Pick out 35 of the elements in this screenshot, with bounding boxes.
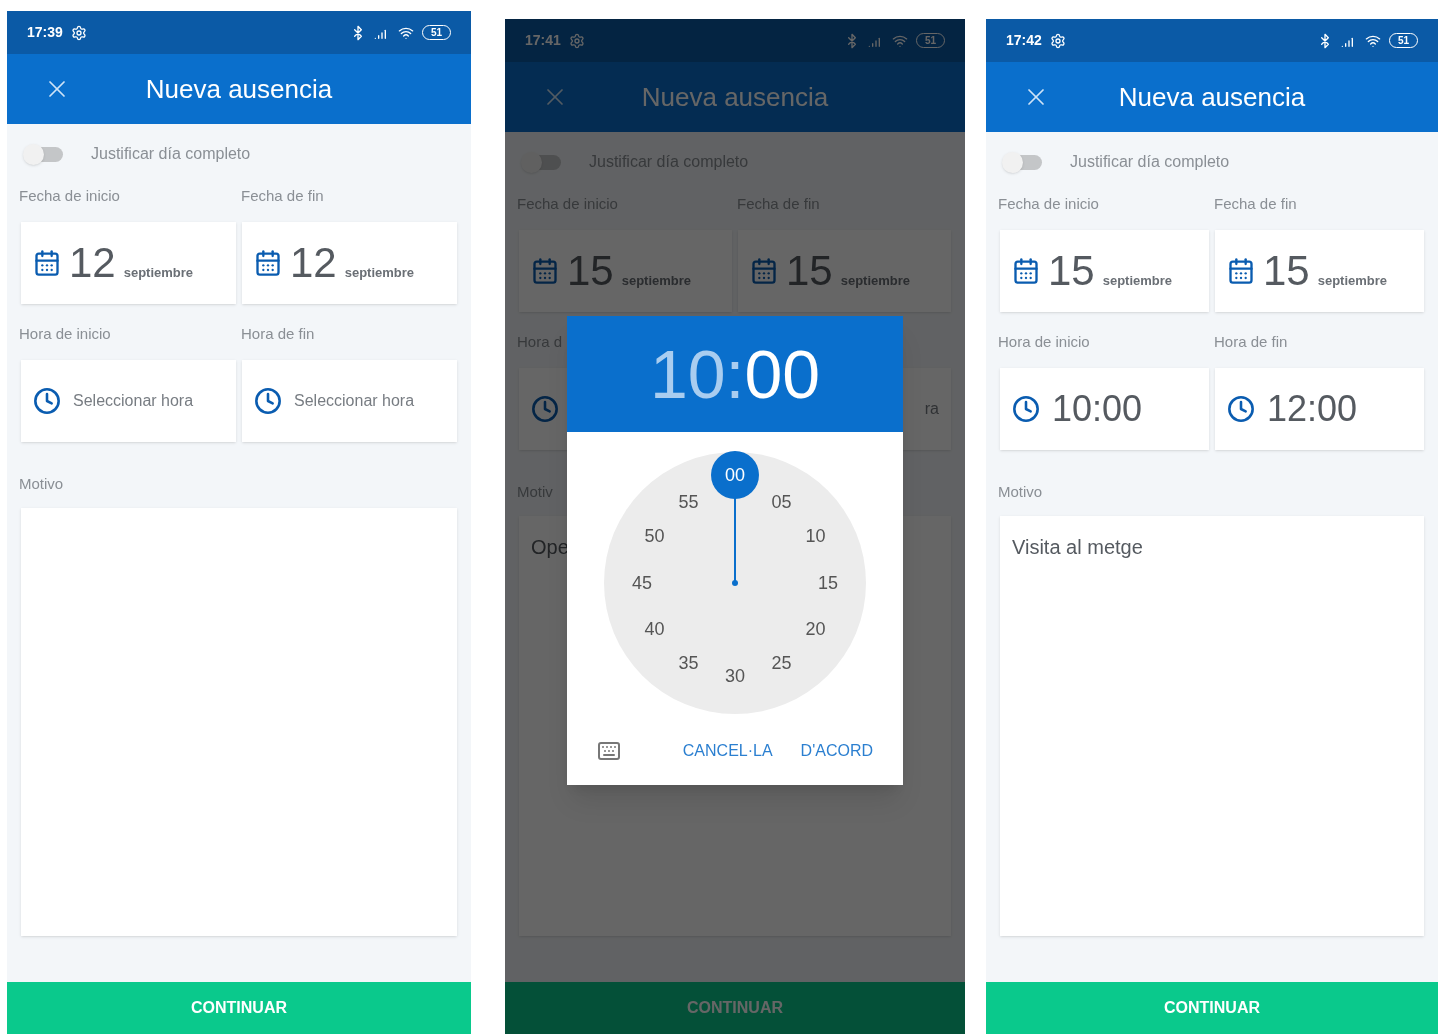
toggle-label: Justificar día completo [1070, 152, 1230, 172]
day-number: 15 [1263, 250, 1310, 292]
field-label: Fecha de fin [241, 187, 324, 204]
day-number: 15 [786, 250, 833, 292]
field-label: Hora de fin [241, 325, 315, 342]
field-label: Hora de inicio [998, 333, 1090, 350]
month-name: septiembre [840, 272, 911, 290]
day-number: 15 [567, 250, 614, 292]
toggle-label: Justificar día completo [91, 144, 251, 164]
status-time: 17:39 [27, 23, 63, 42]
field-label: Hora de fin [1214, 333, 1288, 350]
field-label: Motivo [19, 475, 64, 492]
field-label: Fecha de inicio [19, 187, 120, 204]
status-time: 17:41 [525, 31, 561, 50]
time-prompt: Seleccionar hora [294, 391, 415, 411]
field-label: Motivo [998, 483, 1043, 500]
time-prompt: Seleccionar hora [73, 391, 194, 411]
month-name: septiembre [1102, 272, 1173, 290]
time-value: 12:00 [1267, 387, 1358, 431]
time-value: 10:00 [1052, 387, 1143, 431]
day-number: 12 [290, 242, 337, 284]
status-time: 17:42 [1006, 31, 1042, 50]
month-name: septiembre [123, 264, 194, 282]
field-label: Hora de inicio [19, 325, 111, 342]
field-label: Fecha de fin [1214, 195, 1297, 212]
time-separator: : [725, 335, 745, 414]
month-name: septiembre [621, 272, 692, 290]
day-number: 15 [1048, 250, 1095, 292]
screen-title: Nueva ausencia [144, 72, 334, 106]
day-number: 12 [69, 242, 116, 284]
month-name: septiembre [1317, 272, 1388, 290]
screen-title: Nueva ausencia [1117, 80, 1307, 114]
field-label: Fecha de inicio [998, 195, 1099, 212]
month-name: septiembre [344, 264, 415, 282]
screen-title: Nueva ausencia [640, 80, 830, 114]
